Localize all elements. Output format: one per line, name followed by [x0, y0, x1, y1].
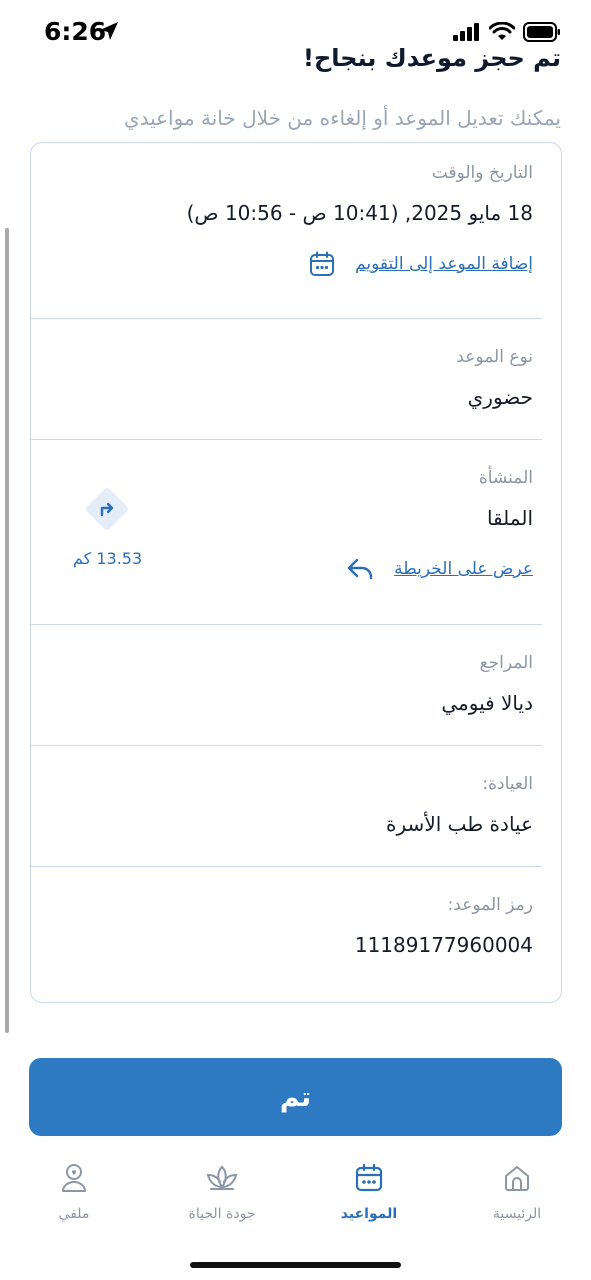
scroll-indicator[interactable]: [5, 228, 9, 1033]
wifi-icon: [489, 22, 515, 40]
tab-profile[interactable]: ملفي: [14, 1160, 134, 1222]
tab-label: الرئيسية: [492, 1206, 542, 1222]
calendar-icon: [351, 1160, 387, 1196]
cellular-signal-icon: [453, 23, 479, 41]
divider: [31, 439, 542, 440]
code-value: 11189177960004: [354, 933, 533, 957]
patient-label: المراجع: [479, 653, 533, 673]
done-button[interactable]: تم: [29, 1058, 562, 1136]
datetime-label: التاريخ والوقت: [431, 163, 533, 183]
calendar-icon[interactable]: [309, 251, 335, 277]
page-title: تم حجز موعدك بنجاح!: [303, 44, 561, 72]
divider: [31, 624, 542, 625]
location-arrow-icon: [100, 22, 118, 40]
add-to-calendar-row[interactable]: إضافة الموعد إلى التقويم: [309, 251, 533, 277]
clinic-label: العيادة:: [482, 774, 533, 794]
type-label: نوع الموعد: [456, 347, 533, 367]
appointment-details-card: التاريخ والوقت 18 مايو 2025, (10:41 ص - …: [30, 142, 562, 1003]
patient-value: ديالا فيومي: [441, 691, 533, 715]
appointment-confirmation-screen: 6:26 تم حجز موعدك بنجاح! يمكنك تعديل الم…: [0, 0, 591, 1280]
view-on-map-link[interactable]: عرض على الخريطة: [394, 559, 533, 579]
tab-home[interactable]: الرئيسية: [457, 1160, 577, 1222]
lotus-icon: [204, 1160, 240, 1196]
bottom-tab-bar: الرئيسية المواعيد جودة الحياة ملفي: [0, 1160, 591, 1240]
code-label: رمز الموعد:: [447, 895, 533, 915]
tab-label: المواعيد: [340, 1206, 398, 1222]
directions-button[interactable]: [84, 486, 130, 532]
tab-appointments[interactable]: المواعيد: [309, 1160, 429, 1222]
tab-label: ملفي: [58, 1206, 90, 1222]
reply-arrow-icon[interactable]: [346, 557, 374, 581]
page-subtitle: يمكنك تعديل الموعد أو إلغاءه من خلال خان…: [123, 106, 561, 130]
clinic-value: عيادة طب الأسرة: [386, 812, 533, 836]
divider: [31, 866, 542, 867]
facility-value: الملقا: [486, 506, 533, 530]
facility-label: المنشأة: [478, 468, 533, 488]
status-time: 6:26: [44, 17, 107, 46]
status-icons: [453, 22, 561, 42]
distance-value: 13.53 كم: [73, 549, 143, 568]
divider: [31, 318, 542, 319]
view-on-map-row[interactable]: عرض على الخريطة: [346, 557, 533, 581]
type-value: حضوري: [467, 385, 533, 409]
home-icon: [499, 1160, 535, 1196]
directions-icon: [100, 502, 114, 517]
tab-quality-of-life[interactable]: جودة الحياة: [162, 1160, 282, 1222]
divider: [31, 745, 542, 746]
datetime-value: 18 مايو 2025, (10:41 ص - 10:56 ص): [186, 201, 533, 225]
home-indicator[interactable]: [190, 1262, 401, 1268]
battery-icon: [523, 22, 560, 42]
add-to-calendar-link[interactable]: إضافة الموعد إلى التقويم: [355, 254, 533, 274]
profile-icon: [56, 1160, 92, 1196]
tab-label: جودة الحياة: [188, 1206, 256, 1222]
